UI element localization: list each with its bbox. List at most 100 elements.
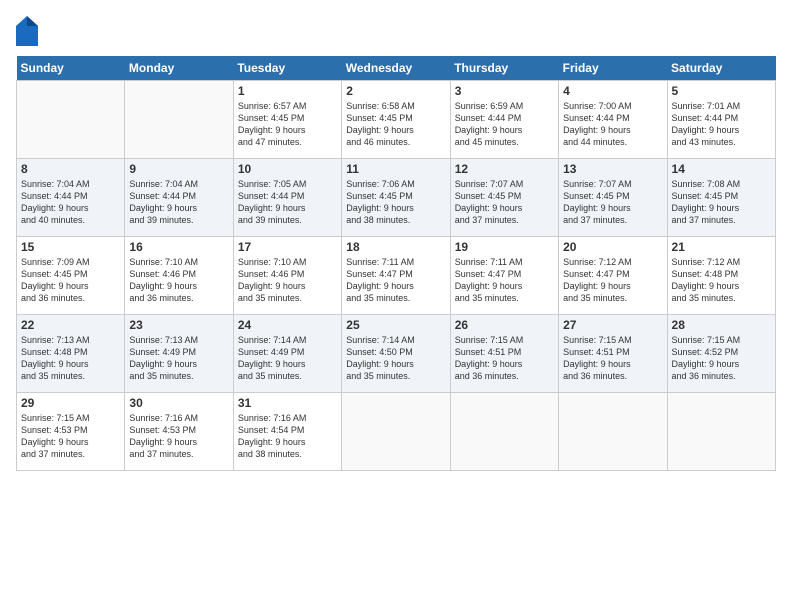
day-info: Sunrise: 7:12 AMSunset: 4:48 PMDaylight:…	[672, 257, 741, 303]
day-number: 27	[563, 318, 662, 332]
day-number: 12	[455, 162, 554, 176]
calendar-week-5: 29 Sunrise: 7:15 AMSunset: 4:53 PMDaylig…	[17, 393, 776, 471]
day-number: 16	[129, 240, 228, 254]
day-number: 29	[21, 396, 120, 410]
calendar-container: SundayMondayTuesdayWednesdayThursdayFrid…	[0, 0, 792, 612]
calendar-week-3: 15 Sunrise: 7:09 AMSunset: 4:45 PMDaylig…	[17, 237, 776, 315]
day-info: Sunrise: 7:16 AMSunset: 4:53 PMDaylight:…	[129, 413, 198, 459]
weekday-header-friday: Friday	[559, 56, 667, 81]
day-number: 18	[346, 240, 445, 254]
day-info: Sunrise: 7:07 AMSunset: 4:45 PMDaylight:…	[455, 179, 524, 225]
calendar-cell: 21 Sunrise: 7:12 AMSunset: 4:48 PMDaylig…	[667, 237, 775, 315]
calendar-cell: 19 Sunrise: 7:11 AMSunset: 4:47 PMDaylig…	[450, 237, 558, 315]
day-info: Sunrise: 7:13 AMSunset: 4:48 PMDaylight:…	[21, 335, 90, 381]
calendar-cell: 22 Sunrise: 7:13 AMSunset: 4:48 PMDaylig…	[17, 315, 125, 393]
day-info: Sunrise: 7:01 AMSunset: 4:44 PMDaylight:…	[672, 101, 741, 147]
day-info: Sunrise: 6:58 AMSunset: 4:45 PMDaylight:…	[346, 101, 415, 147]
calendar-cell: 12 Sunrise: 7:07 AMSunset: 4:45 PMDaylig…	[450, 159, 558, 237]
day-number: 26	[455, 318, 554, 332]
day-number: 10	[238, 162, 337, 176]
calendar-cell: 30 Sunrise: 7:16 AMSunset: 4:53 PMDaylig…	[125, 393, 233, 471]
day-info: Sunrise: 7:15 AMSunset: 4:51 PMDaylight:…	[563, 335, 632, 381]
day-info: Sunrise: 7:10 AMSunset: 4:46 PMDaylight:…	[238, 257, 307, 303]
calendar-cell: 11 Sunrise: 7:06 AMSunset: 4:45 PMDaylig…	[342, 159, 450, 237]
calendar-cell: 17 Sunrise: 7:10 AMSunset: 4:46 PMDaylig…	[233, 237, 341, 315]
day-info: Sunrise: 7:13 AMSunset: 4:49 PMDaylight:…	[129, 335, 198, 381]
calendar-cell	[125, 81, 233, 159]
day-number: 28	[672, 318, 771, 332]
day-number: 22	[21, 318, 120, 332]
day-info: Sunrise: 7:11 AMSunset: 4:47 PMDaylight:…	[346, 257, 414, 303]
day-info: Sunrise: 7:08 AMSunset: 4:45 PMDaylight:…	[672, 179, 741, 225]
weekday-header-monday: Monday	[125, 56, 233, 81]
calendar-cell: 26 Sunrise: 7:15 AMSunset: 4:51 PMDaylig…	[450, 315, 558, 393]
calendar-cell: 9 Sunrise: 7:04 AMSunset: 4:44 PMDayligh…	[125, 159, 233, 237]
day-number: 4	[563, 84, 662, 98]
day-number: 20	[563, 240, 662, 254]
calendar-week-1: 1 Sunrise: 6:57 AMSunset: 4:45 PMDayligh…	[17, 81, 776, 159]
calendar-week-4: 22 Sunrise: 7:13 AMSunset: 4:48 PMDaylig…	[17, 315, 776, 393]
calendar-cell: 2 Sunrise: 6:58 AMSunset: 4:45 PMDayligh…	[342, 81, 450, 159]
calendar-cell: 16 Sunrise: 7:10 AMSunset: 4:46 PMDaylig…	[125, 237, 233, 315]
day-number: 17	[238, 240, 337, 254]
day-number: 30	[129, 396, 228, 410]
calendar-cell: 10 Sunrise: 7:05 AMSunset: 4:44 PMDaylig…	[233, 159, 341, 237]
calendar-cell: 31 Sunrise: 7:16 AMSunset: 4:54 PMDaylig…	[233, 393, 341, 471]
day-info: Sunrise: 6:59 AMSunset: 4:44 PMDaylight:…	[455, 101, 524, 147]
weekday-header-thursday: Thursday	[450, 56, 558, 81]
day-info: Sunrise: 7:15 AMSunset: 4:53 PMDaylight:…	[21, 413, 90, 459]
day-info: Sunrise: 7:10 AMSunset: 4:46 PMDaylight:…	[129, 257, 198, 303]
day-number: 14	[672, 162, 771, 176]
day-info: Sunrise: 7:15 AMSunset: 4:51 PMDaylight:…	[455, 335, 524, 381]
day-number: 23	[129, 318, 228, 332]
day-info: Sunrise: 7:09 AMSunset: 4:45 PMDaylight:…	[21, 257, 90, 303]
calendar-cell: 24 Sunrise: 7:14 AMSunset: 4:49 PMDaylig…	[233, 315, 341, 393]
day-number: 19	[455, 240, 554, 254]
day-number: 15	[21, 240, 120, 254]
day-number: 13	[563, 162, 662, 176]
calendar-cell	[667, 393, 775, 471]
calendar-cell: 18 Sunrise: 7:11 AMSunset: 4:47 PMDaylig…	[342, 237, 450, 315]
day-info: Sunrise: 7:00 AMSunset: 4:44 PMDaylight:…	[563, 101, 632, 147]
day-number: 9	[129, 162, 228, 176]
day-info: Sunrise: 7:06 AMSunset: 4:45 PMDaylight:…	[346, 179, 415, 225]
day-info: Sunrise: 7:12 AMSunset: 4:47 PMDaylight:…	[563, 257, 632, 303]
day-number: 1	[238, 84, 337, 98]
day-info: Sunrise: 7:14 AMSunset: 4:50 PMDaylight:…	[346, 335, 415, 381]
calendar-cell	[17, 81, 125, 159]
calendar-cell	[342, 393, 450, 471]
weekday-header-sunday: Sunday	[17, 56, 125, 81]
day-number: 3	[455, 84, 554, 98]
logo-icon	[16, 16, 36, 44]
calendar-cell: 23 Sunrise: 7:13 AMSunset: 4:49 PMDaylig…	[125, 315, 233, 393]
calendar-cell: 28 Sunrise: 7:15 AMSunset: 4:52 PMDaylig…	[667, 315, 775, 393]
day-info: Sunrise: 7:04 AMSunset: 4:44 PMDaylight:…	[21, 179, 90, 225]
calendar-cell	[450, 393, 558, 471]
day-number: 11	[346, 162, 445, 176]
calendar-cell: 15 Sunrise: 7:09 AMSunset: 4:45 PMDaylig…	[17, 237, 125, 315]
day-info: Sunrise: 7:16 AMSunset: 4:54 PMDaylight:…	[238, 413, 307, 459]
calendar-cell: 5 Sunrise: 7:01 AMSunset: 4:44 PMDayligh…	[667, 81, 775, 159]
logo	[16, 16, 40, 44]
calendar-cell: 8 Sunrise: 7:04 AMSunset: 4:44 PMDayligh…	[17, 159, 125, 237]
day-number: 21	[672, 240, 771, 254]
calendar-cell: 3 Sunrise: 6:59 AMSunset: 4:44 PMDayligh…	[450, 81, 558, 159]
calendar-cell: 14 Sunrise: 7:08 AMSunset: 4:45 PMDaylig…	[667, 159, 775, 237]
calendar-cell: 25 Sunrise: 7:14 AMSunset: 4:50 PMDaylig…	[342, 315, 450, 393]
day-info: Sunrise: 7:15 AMSunset: 4:52 PMDaylight:…	[672, 335, 741, 381]
day-number: 8	[21, 162, 120, 176]
day-number: 5	[672, 84, 771, 98]
weekday-header-row: SundayMondayTuesdayWednesdayThursdayFrid…	[17, 56, 776, 81]
weekday-header-tuesday: Tuesday	[233, 56, 341, 81]
day-info: Sunrise: 7:05 AMSunset: 4:44 PMDaylight:…	[238, 179, 307, 225]
day-number: 25	[346, 318, 445, 332]
day-info: Sunrise: 7:07 AMSunset: 4:45 PMDaylight:…	[563, 179, 632, 225]
day-number: 31	[238, 396, 337, 410]
calendar-cell: 29 Sunrise: 7:15 AMSunset: 4:53 PMDaylig…	[17, 393, 125, 471]
weekday-header-saturday: Saturday	[667, 56, 775, 81]
calendar-cell: 27 Sunrise: 7:15 AMSunset: 4:51 PMDaylig…	[559, 315, 667, 393]
calendar-cell: 20 Sunrise: 7:12 AMSunset: 4:47 PMDaylig…	[559, 237, 667, 315]
calendar-cell: 13 Sunrise: 7:07 AMSunset: 4:45 PMDaylig…	[559, 159, 667, 237]
header	[16, 16, 776, 44]
weekday-header-wednesday: Wednesday	[342, 56, 450, 81]
